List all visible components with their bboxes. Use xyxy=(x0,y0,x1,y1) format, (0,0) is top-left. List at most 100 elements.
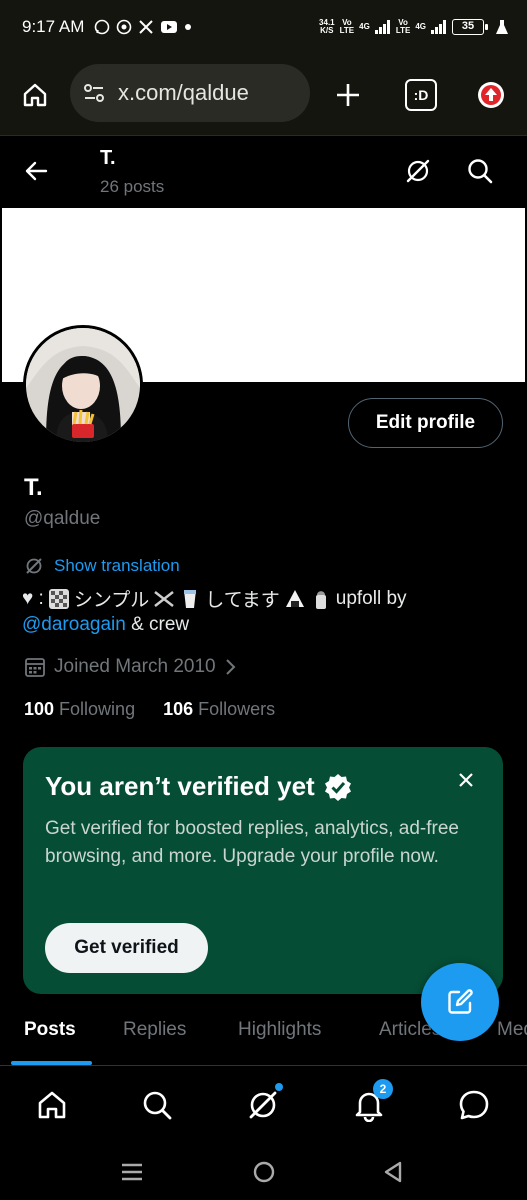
profile-handle: @qaldue xyxy=(24,508,101,529)
home-button[interactable] xyxy=(20,80,50,110)
triangle-back-icon xyxy=(384,1161,402,1183)
header-title: T. xyxy=(100,147,116,169)
volte-1: Vo LTE xyxy=(339,18,355,35)
status-bar: 9:17 AM 34.1 K/S Vo LTE 4G Vo LTE 4G 35 xyxy=(0,0,527,54)
tab-media[interactable]: Media xyxy=(497,1019,527,1041)
close-card-button[interactable] xyxy=(455,769,477,791)
grok-new-dot xyxy=(275,1083,283,1091)
plus-icon xyxy=(337,84,359,106)
avatar[interactable] xyxy=(23,325,143,445)
bio-word-2: してます xyxy=(205,590,280,611)
nav-home[interactable] xyxy=(34,1087,70,1123)
active-tab-indicator xyxy=(11,1061,92,1065)
search-button[interactable] xyxy=(466,157,496,187)
tab-highlights[interactable]: Highlights xyxy=(238,1019,321,1041)
bio-line-1: ♥︎ : シンプル してます upfoll by xyxy=(22,585,407,612)
display-name: T. xyxy=(24,474,43,501)
chrome-icon xyxy=(117,19,132,35)
checker-emoji-icon xyxy=(48,588,69,609)
verification-title-text: You aren’t verified yet xyxy=(45,771,315,801)
site-settings-icon[interactable] xyxy=(82,81,106,105)
calendar-icon xyxy=(25,658,45,677)
bio-mention-link[interactable]: @daroagain xyxy=(22,614,126,635)
verified-badge-icon xyxy=(324,773,351,801)
tab-replies[interactable]: Replies xyxy=(123,1019,186,1041)
search-icon xyxy=(143,1091,172,1120)
follow-stats: 100 Following 106 Followers xyxy=(24,699,275,720)
system-navigation-bar xyxy=(0,1143,527,1200)
update-menu-button[interactable] xyxy=(476,80,506,110)
messages-icon xyxy=(459,1090,489,1120)
nav-messages[interactable] xyxy=(456,1087,492,1123)
flask-icon xyxy=(496,20,508,34)
home-icon xyxy=(23,83,47,107)
show-translation-text: Show translation xyxy=(54,556,180,575)
following-count: 100 xyxy=(24,699,55,719)
avatar-photo xyxy=(26,328,140,442)
following-link[interactable]: 100 Following xyxy=(24,699,135,720)
close-icon xyxy=(459,773,473,787)
edit-profile-button[interactable]: Edit profile xyxy=(348,398,503,448)
youtube-icon xyxy=(161,21,178,33)
salt-emoji-icon xyxy=(315,590,326,609)
nav-search[interactable] xyxy=(139,1087,175,1123)
grok-button[interactable] xyxy=(404,157,434,187)
verification-card: You aren’t verified yet Get verified for… xyxy=(23,747,503,994)
url-text: x.com/qaldue xyxy=(118,80,249,105)
compose-post-button[interactable] xyxy=(421,963,499,1041)
back-arrow-icon xyxy=(25,161,48,181)
bio-suffix: & crew xyxy=(125,614,190,635)
circle-home-icon xyxy=(253,1161,275,1183)
following-label: Following xyxy=(59,699,136,719)
network-speed: 34.1 K/S xyxy=(319,18,335,35)
more-notifications-icon xyxy=(185,24,192,30)
tab-posts[interactable]: Posts xyxy=(24,1019,76,1041)
home-icon xyxy=(38,1091,66,1119)
notification-badge: 2 xyxy=(373,1079,393,1099)
profile-header: T. 26 posts xyxy=(0,137,527,208)
bio-prefix: ♥︎ : xyxy=(22,587,44,609)
x-app-icon xyxy=(139,20,154,34)
chopsticks-emoji-icon xyxy=(154,590,175,607)
grok-small-icon xyxy=(26,558,42,574)
tab-switcher-button[interactable]: :D xyxy=(405,79,437,111)
recents-button[interactable] xyxy=(119,1159,145,1185)
followers-link[interactable]: 106 Followers xyxy=(163,699,275,720)
nav-grok[interactable] xyxy=(245,1083,283,1123)
chevron-right-icon xyxy=(225,659,236,675)
rice-ball-emoji-icon xyxy=(285,589,304,607)
whatsapp-icon xyxy=(95,19,110,35)
signal-icon xyxy=(374,20,390,34)
bio-line-2: @daroagain & crew xyxy=(22,614,189,636)
net1-label: 4G xyxy=(359,22,370,31)
grok-icon xyxy=(406,159,430,183)
followers-count: 106 xyxy=(163,699,194,719)
compose-icon xyxy=(448,989,473,1014)
system-status: 34.1 K/S Vo LTE 4G Vo LTE 4G 35 xyxy=(319,19,509,35)
back-button[interactable] xyxy=(22,157,52,187)
joined-date[interactable]: Joined March 2010 xyxy=(24,656,238,678)
bio-word-3: upfoll by xyxy=(335,587,407,609)
battery-icon: 35 xyxy=(452,19,488,35)
tab-switcher-label: :D xyxy=(413,87,429,103)
show-translation-link[interactable]: Show translation xyxy=(24,556,180,576)
clock: 9:17 AM xyxy=(22,17,85,36)
signal-icon-2 xyxy=(431,20,446,34)
get-verified-button[interactable]: Get verified xyxy=(45,923,208,973)
milk-glass-emoji-icon xyxy=(184,589,197,608)
update-arrow-icon xyxy=(478,82,504,108)
system-back-button[interactable] xyxy=(381,1159,407,1185)
system-home-button[interactable] xyxy=(251,1159,277,1185)
volte-2: Vo LTE xyxy=(395,18,411,35)
verification-title: You aren’t verified yet xyxy=(45,771,353,802)
joined-text: Joined March 2010 xyxy=(54,656,216,677)
address-bar[interactable]: x.com/qaldue xyxy=(70,64,310,122)
notification-icons xyxy=(94,19,192,35)
search-icon xyxy=(468,159,493,184)
verification-description: Get verified for boosted replies, analyt… xyxy=(45,818,459,867)
post-count: 26 posts xyxy=(100,177,165,196)
nav-notifications[interactable]: 2 xyxy=(351,1079,393,1123)
new-tab-button[interactable] xyxy=(333,80,363,110)
recents-icon xyxy=(122,1163,142,1181)
followers-label: Followers xyxy=(198,699,276,719)
